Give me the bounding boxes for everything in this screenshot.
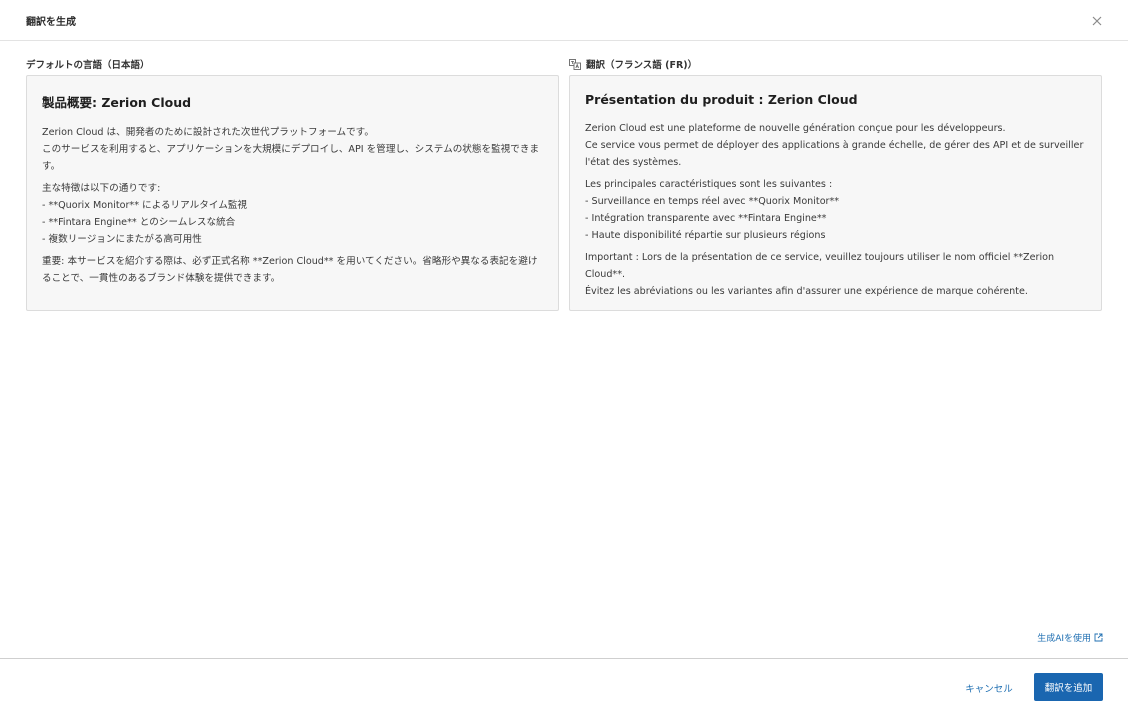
cancel-button[interactable]: キャンセル <box>958 674 1020 702</box>
translation-paragraph-2: Les principales caractéristiques sont le… <box>585 179 840 241</box>
close-icon <box>1092 16 1102 26</box>
source-text-panel: 製品概要: Zerion Cloud Zerion Cloud は、開発者のため… <box>26 75 559 311</box>
translate-icon <box>569 58 581 70</box>
dialog-header: 翻訳を生成 <box>0 0 1128 41</box>
target-language-label: 翻訳（フランス語 (FR)） <box>569 57 697 71</box>
target-language-label-text: 翻訳（フランス語 (FR)） <box>586 60 698 71</box>
dialog-footer: キャンセル 翻訳を追加 <box>0 658 1128 720</box>
source-paragraph-1: Zerion Cloud は、開発者のために設計された次世代プラットフォームです… <box>42 127 540 172</box>
add-translation-button[interactable]: 翻訳を追加 <box>1034 673 1103 701</box>
translation-text-panel[interactable]: Présentation du produit : Zerion Cloud Z… <box>569 75 1102 311</box>
source-language-label-text: デフォルトの言語（日本語） <box>26 60 150 71</box>
source-language-label: デフォルトの言語（日本語） <box>26 57 150 71</box>
source-paragraph-3: 重要: 本サービスを紹介する際は、必ず正式名称 **Zerion Cloud**… <box>42 256 538 284</box>
external-link-icon <box>1094 633 1103 642</box>
source-paragraph-2: 主な特徴は以下の通りです: - **Quorix Monitor** によるリア… <box>42 183 248 245</box>
use-generative-ai-link[interactable]: 生成AIを使用 <box>1037 631 1103 644</box>
use-generative-ai-label: 生成AIを使用 <box>1037 634 1091 644</box>
close-button[interactable] <box>1090 13 1104 27</box>
source-heading: 製品概要: Zerion Cloud <box>42 95 192 110</box>
translation-heading: Présentation du produit : Zerion Cloud <box>585 92 858 107</box>
translation-paragraph-1: Zerion Cloud est une plateforme de nouve… <box>585 123 1084 168</box>
translation-paragraph-3: Important : Lors de la présentation de c… <box>585 252 1055 297</box>
dialog-title: 翻訳を生成 <box>26 17 76 28</box>
